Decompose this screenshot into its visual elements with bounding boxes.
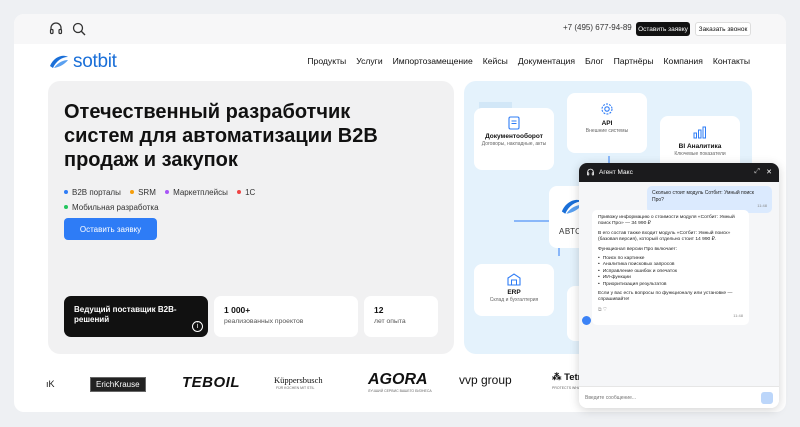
stat-main-label: Ведущий поставщик B2B-решений	[74, 305, 177, 324]
request-button-top[interactable]: Оставить заявку	[636, 22, 690, 36]
node-document-flow: Документооборот Договоры, накладные, акт…	[474, 108, 554, 170]
feature-item: Приоритизация результатов	[598, 282, 743, 288]
message-input[interactable]	[585, 394, 745, 401]
node-subtitle: Договоры, накладные, акты	[481, 141, 547, 147]
stat-value: 12	[374, 305, 384, 315]
nav-item-documentation[interactable]: Документация	[518, 56, 575, 66]
user-message: Сколько стоит модуль Сотбит: Умный поиск…	[647, 186, 772, 213]
tag-label: SRM	[138, 188, 156, 197]
send-icon[interactable]	[761, 392, 773, 404]
message-time: 11:48	[757, 203, 767, 208]
logo[interactable]: sotbit	[48, 51, 117, 72]
node-title: BI Аналитика	[678, 143, 722, 150]
tag-label: 1С	[245, 188, 256, 197]
like-icon[interactable]: ♡	[603, 307, 607, 313]
chat-messages: Сколько стоит модуль Сотбит: Умный поиск…	[579, 182, 779, 386]
node-erp: ERP Склад и бухгалтерия	[474, 264, 554, 316]
tag-srm: SRM	[130, 185, 156, 200]
stat-projects: 1 000+ реализованных проектов	[214, 296, 358, 337]
tag-dot	[64, 204, 68, 209]
message-time: 11:48	[733, 313, 743, 319]
headset-icon[interactable]	[48, 21, 64, 37]
chat-title: Агент Макс	[599, 169, 633, 176]
bot-message: Привожу информацию о стоимости модуля «С…	[592, 210, 749, 325]
node-title: Документооборот	[485, 133, 543, 140]
bot-text: Привожу информацию о стоимости модуля «С…	[598, 215, 735, 227]
nav-item-import-substitution[interactable]: Импортозамещение	[393, 56, 473, 66]
partner-agora-slogan: ЛУЧШИЙ СЕРВИС ВАШЕГО БИЗНЕСА	[368, 389, 432, 393]
tag-mobile: Мобильная разработка	[64, 200, 159, 215]
close-icon[interactable]: ✕	[766, 168, 772, 176]
node-title: API	[601, 120, 613, 127]
bot-text: Если у вас есть вопросы по функционалу и…	[598, 291, 733, 303]
tag-label: Маркетплейсы	[173, 188, 228, 197]
partner-erichkrause: ErichKrause	[90, 377, 146, 392]
partner-kuppersbusch-slogan: FÜR KOCHEN MIT STIL	[276, 386, 315, 390]
nav-item-services[interactable]: Услуги	[356, 56, 382, 66]
node-api: API Внешние системы	[567, 93, 647, 153]
partner-vvp-group: vvp group	[459, 373, 512, 387]
chat-widget: Агент Макс ⤢ ✕ Сколько стоит модуль Сотб…	[579, 163, 779, 408]
tag-dot	[237, 189, 242, 194]
chat-input-bar	[579, 386, 779, 408]
chat-header: Агент Макс ⤢ ✕	[579, 163, 779, 182]
node-subtitle: Ключевые показатели	[674, 151, 726, 157]
nav-item-contacts[interactable]: Контакты	[713, 56, 750, 66]
gear-icon	[601, 103, 613, 115]
nav-item-blog[interactable]: Блог	[585, 56, 604, 66]
utility-bar: +7 (495) 677-94-89 Оставить заявку Заказ…	[14, 14, 786, 44]
sotbit-logo-icon	[50, 55, 68, 68]
headset-icon	[587, 168, 594, 176]
stat-label: лет опыта	[374, 318, 406, 325]
stat-value: 1 000+	[224, 305, 251, 315]
node-subtitle: Внешние системы	[585, 128, 629, 134]
partner-teboil: TEBOIL	[182, 374, 240, 391]
partner-logo-cut: ıK	[46, 379, 55, 389]
nav-item-partners[interactable]: Партнёры	[614, 56, 654, 66]
tag-1c: 1С	[237, 185, 255, 200]
bot-text: В его состав также входит модуль «Сотбит…	[598, 230, 731, 243]
node-subtitle: Склад и бухгалтерия	[489, 297, 539, 303]
tag-b2b: B2B порталы	[64, 185, 121, 200]
tag-label: Мобильная разработка	[72, 203, 159, 212]
tag-label: B2B порталы	[72, 188, 121, 197]
partner-kuppersbusch: Küppersbusch	[274, 375, 323, 385]
stat-leading-supplier: Ведущий поставщик B2B-решений i	[64, 296, 208, 337]
tag-marketplaces: Маркетплейсы	[165, 185, 228, 200]
feature-list: Поиск по картинке Аналитика поисковых за…	[598, 256, 743, 288]
hero-request-button[interactable]: Оставить заявку	[64, 218, 157, 240]
tag-dot	[130, 189, 135, 194]
phone-number[interactable]: +7 (495) 677-94-89	[563, 23, 632, 32]
bot-avatar	[582, 316, 591, 325]
nav-item-cases[interactable]: Кейсы	[483, 56, 508, 66]
hero-title: Отечественный разработчик систем для авт…	[64, 101, 378, 171]
main-nav: Продукты Услуги Импортозамещение Кейсы Д…	[307, 56, 750, 66]
logo-text: sotbit	[73, 51, 117, 72]
stat-years: 12 лет опыта	[364, 296, 438, 337]
bot-text: Функционал версии Про включает:	[598, 246, 678, 252]
document-icon	[508, 116, 520, 130]
node-title: ERP	[507, 289, 521, 296]
tetra-pak-icon: ⁂	[552, 372, 565, 383]
nav-item-company[interactable]: Компания	[664, 56, 703, 66]
expand-icon[interactable]: ⤢	[754, 168, 760, 176]
hero-tags: B2B порталы SRM Маркетплейсы 1С Мобильна…	[64, 185, 324, 215]
callback-button[interactable]: Заказать звонок	[695, 22, 751, 36]
copy-icon[interactable]: ⧉	[598, 307, 602, 313]
tag-dot	[64, 189, 68, 194]
nav-item-products[interactable]: Продукты	[307, 56, 346, 66]
partner-agora: AGORA	[368, 371, 428, 388]
chart-icon	[693, 126, 706, 139]
info-icon[interactable]: i	[192, 321, 203, 332]
tag-dot	[165, 189, 170, 194]
user-message-text: Сколько стоит модуль Сотбит: Умный поиск…	[652, 190, 754, 203]
warehouse-icon	[507, 273, 521, 286]
search-icon[interactable]	[71, 21, 87, 37]
stat-label: реализованных проектов	[224, 318, 304, 325]
hero-card: Отечественный разработчик систем для авт…	[48, 81, 454, 354]
